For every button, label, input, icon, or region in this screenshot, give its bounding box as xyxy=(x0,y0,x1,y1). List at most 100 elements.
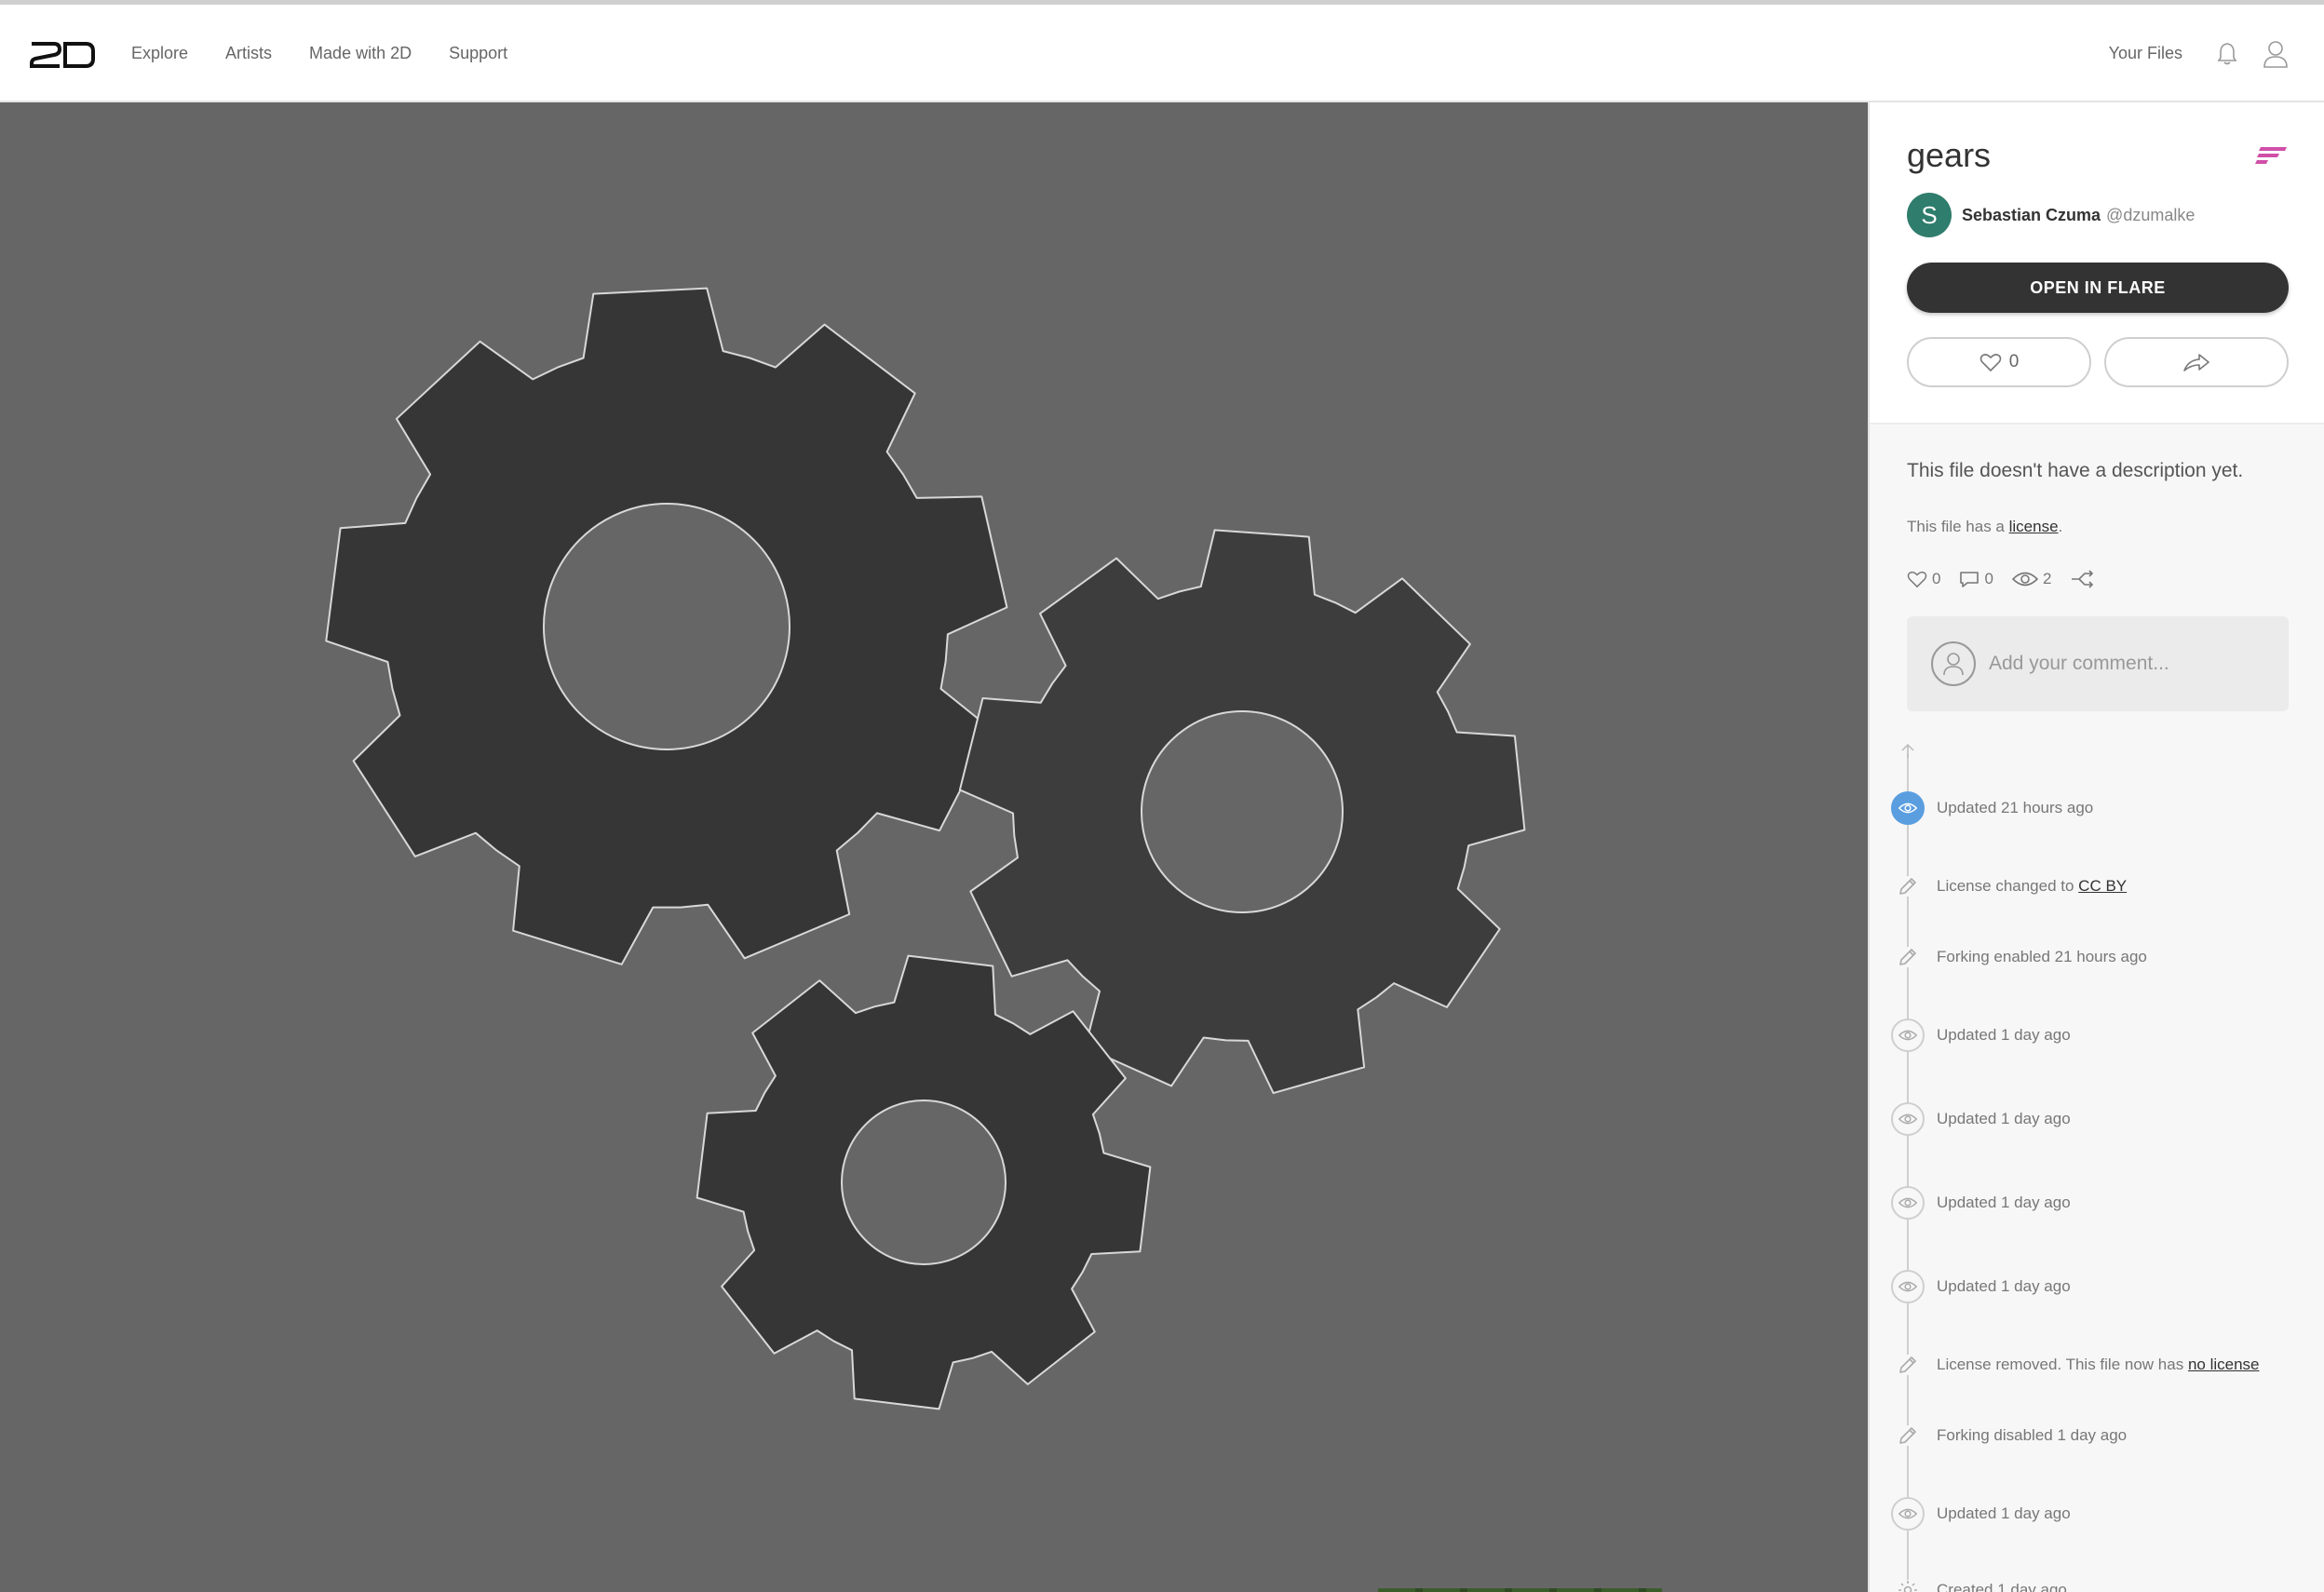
author-avatar[interactable]: S xyxy=(1907,193,1952,237)
action-buttons: 0 xyxy=(1907,337,2289,387)
gear-large xyxy=(325,287,1008,965)
user-avatar-icon xyxy=(1931,641,1976,686)
timeline-label: Updated 21 hours ago xyxy=(1937,799,2094,816)
timeline-icon xyxy=(1888,1572,1927,1592)
canvas-scrollbar-strip xyxy=(1378,1588,1662,1592)
heart-icon xyxy=(1907,571,1927,588)
stat-likes: 0 xyxy=(1907,570,1940,588)
user-icon[interactable] xyxy=(2263,40,2289,68)
header-actions: Your Files xyxy=(2109,5,2289,102)
views-count: 2 xyxy=(2042,570,2052,587)
timeline-text: Updated 1 day ago xyxy=(1937,1504,2071,1523)
timeline-item: Updated 1 day ago xyxy=(1888,1017,2071,1054)
timeline-text: License removed. This file now has no li… xyxy=(1937,1356,2260,1374)
timeline-label: Updated 1 day ago xyxy=(1937,1026,2071,1044)
author-info[interactable]: S Sebastian Czuma @dzumalke xyxy=(1907,193,2195,237)
pencil-icon xyxy=(1898,947,1918,967)
license-info: This file has a license. xyxy=(1907,518,2062,536)
stat-comments: 0 xyxy=(1959,570,1993,588)
license-suffix: . xyxy=(2058,518,2063,535)
timeline-item: Updated 1 day ago xyxy=(1888,1495,2071,1532)
timeline-item: License removed. This file now has no li… xyxy=(1888,1346,2260,1383)
file-header-panel: gears S Sebastian Czuma @dzumalke OPEN I… xyxy=(1870,102,2324,425)
timeline-text: Updated 1 day ago xyxy=(1937,1194,2071,1212)
gear-medium-hole xyxy=(1141,710,1344,913)
nav-artists[interactable]: Artists xyxy=(225,44,272,63)
timeline-text: Forking disabled 1 day ago xyxy=(1937,1426,2127,1445)
timeline-text: Updated 21 hours ago xyxy=(1937,799,2093,817)
timeline-label: Updated 1 day ago xyxy=(1937,1504,2071,1522)
gear-small-hole xyxy=(841,1100,1007,1265)
comment-placeholder: Add your comment... xyxy=(1989,653,2169,674)
file-stats: 0 0 2 xyxy=(1907,570,2094,588)
eye-icon xyxy=(1891,1102,1925,1136)
timeline-icon xyxy=(1888,1495,1927,1532)
timeline-link[interactable]: CC BY xyxy=(2078,877,2127,895)
timeline-label: Updated 1 day ago xyxy=(1937,1194,2071,1211)
your-files-link[interactable]: Your Files xyxy=(2109,44,2182,63)
timeline-icon xyxy=(1888,1100,1927,1138)
timeline-item: Updated 21 hours ago xyxy=(1888,789,2093,827)
gear-large-hole xyxy=(543,503,790,750)
eye-icon xyxy=(2011,572,2038,587)
comment-input[interactable]: Add your comment... xyxy=(1907,616,2289,711)
main-nav: Explore Artists Made with 2D Support xyxy=(131,5,507,102)
eye-icon xyxy=(1891,791,1925,825)
timeline-icon xyxy=(1888,938,1927,976)
2d-logo[interactable] xyxy=(28,38,97,70)
arrow-up-icon xyxy=(1901,743,1914,758)
timeline-item: Updated 1 day ago xyxy=(1888,1100,2071,1138)
timeline-text: Created 1 day ago xyxy=(1937,1581,2067,1592)
timeline-item: Forking disabled 1 day ago xyxy=(1888,1417,2127,1454)
author-handle: @dzumalke xyxy=(2106,205,2196,224)
fork-icon[interactable] xyxy=(2070,570,2094,588)
eye-icon xyxy=(1891,1497,1925,1531)
artboard-canvas[interactable] xyxy=(0,102,1868,1592)
timeline-icon xyxy=(1888,1417,1927,1454)
timeline-link[interactable]: no license xyxy=(2188,1356,2260,1373)
comments-count: 0 xyxy=(1984,570,1993,587)
share-icon xyxy=(2183,354,2209,371)
bell-icon[interactable] xyxy=(2214,40,2240,68)
timeline-label: License removed. This file now has xyxy=(1937,1356,2188,1373)
sun-icon xyxy=(1898,1580,1918,1592)
timeline-icon xyxy=(1888,868,1927,905)
heart-icon xyxy=(1979,354,2001,372)
file-title: gears xyxy=(1907,136,1992,174)
flare-logo-icon xyxy=(2255,147,2287,164)
timeline-label: Updated 1 day ago xyxy=(1937,1110,2071,1127)
timeline-icon xyxy=(1888,1017,1927,1054)
timeline-text: License changed to CC BY xyxy=(1937,877,2127,896)
timeline-item: Forking enabled 21 hours ago xyxy=(1888,938,2147,976)
timeline-label: License changed to xyxy=(1937,877,2079,895)
timeline-item: Updated 1 day ago xyxy=(1888,1268,2071,1305)
timeline-item: License changed to CC BY xyxy=(1888,868,2127,905)
eye-icon xyxy=(1891,1019,1925,1052)
file-details-sidebar: gears S Sebastian Czuma @dzumalke OPEN I… xyxy=(1868,102,2324,1592)
timeline-label: Forking disabled 1 day ago xyxy=(1937,1426,2128,1444)
timeline-label: Updated 1 day ago xyxy=(1937,1277,2071,1295)
timeline-text: Updated 1 day ago xyxy=(1937,1110,2071,1128)
nav-explore[interactable]: Explore xyxy=(131,44,188,63)
gear-small xyxy=(696,954,1152,1410)
author-name[interactable]: Sebastian Czuma xyxy=(1962,206,2101,225)
timeline-label: Forking enabled 21 hours ago xyxy=(1937,948,2147,965)
timeline-text: Updated 1 day ago xyxy=(1937,1026,2071,1045)
open-in-flare-button[interactable]: OPEN IN FLARE xyxy=(1907,263,2289,313)
license-link[interactable]: license xyxy=(2009,518,2059,535)
pencil-icon xyxy=(1898,1355,1918,1375)
nav-made-with-2d[interactable]: Made with 2D xyxy=(309,44,412,63)
timeline-item: Created 1 day ago xyxy=(1888,1572,2067,1592)
timeline-icon xyxy=(1888,789,1927,827)
nav-support[interactable]: Support xyxy=(449,44,507,63)
like-button[interactable]: 0 xyxy=(1907,337,2091,387)
timeline-label: Created 1 day ago xyxy=(1937,1581,2067,1592)
timeline-text: Forking enabled 21 hours ago xyxy=(1937,948,2147,966)
stat-views: 2 xyxy=(2011,570,2052,588)
gears-artwork xyxy=(325,287,1526,1410)
timeline-text: Updated 1 day ago xyxy=(1937,1277,2071,1296)
eye-icon xyxy=(1891,1186,1925,1220)
like-count: 0 xyxy=(2008,352,2020,371)
share-button[interactable] xyxy=(2104,337,2289,387)
timeline-icon xyxy=(1888,1184,1927,1221)
